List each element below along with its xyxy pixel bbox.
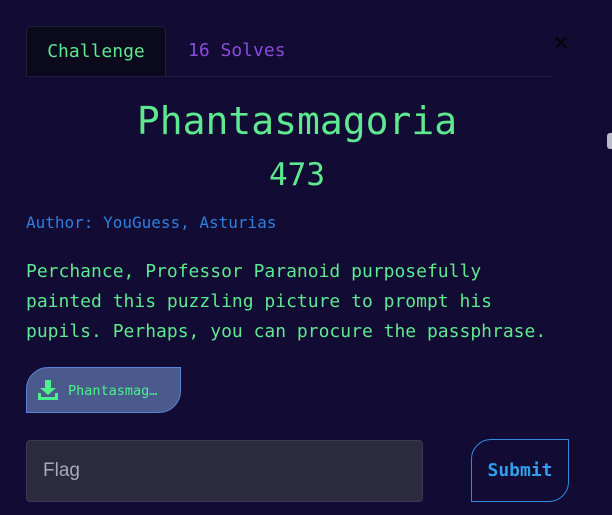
description-line: Perchance, Professor Paranoid purposeful… — [26, 261, 482, 282]
description-line: pupils. Perhaps, you can procure the pas… — [26, 321, 547, 342]
challenge-tabs: Challenge 16 Solves — [26, 26, 552, 77]
challenge-description: Perchance, Professor Paranoid purposeful… — [26, 257, 586, 347]
tab-challenge[interactable]: Challenge — [26, 26, 166, 76]
challenge-title: Phantasmagoria — [136, 99, 458, 143]
description-line: painted this puzzling picture to prompt … — [26, 291, 492, 312]
tab-solves[interactable]: 16 Solves — [188, 26, 286, 76]
challenge-points: 473 — [269, 157, 325, 193]
close-icon[interactable]: × — [551, 30, 571, 54]
download-file-button[interactable]: Phantasmag… — [26, 367, 181, 413]
challenge-modal: Challenge 16 Solves × Phantasmagoria 473… — [0, 0, 612, 515]
file-name: Phantasmag… — [68, 383, 158, 399]
scrollbar-thumb[interactable] — [607, 133, 612, 149]
flag-input[interactable] — [26, 440, 423, 502]
challenge-author: Author: YouGuess, Asturias — [26, 213, 277, 232]
submit-button[interactable]: Submit — [471, 439, 569, 502]
download-icon — [38, 380, 58, 400]
